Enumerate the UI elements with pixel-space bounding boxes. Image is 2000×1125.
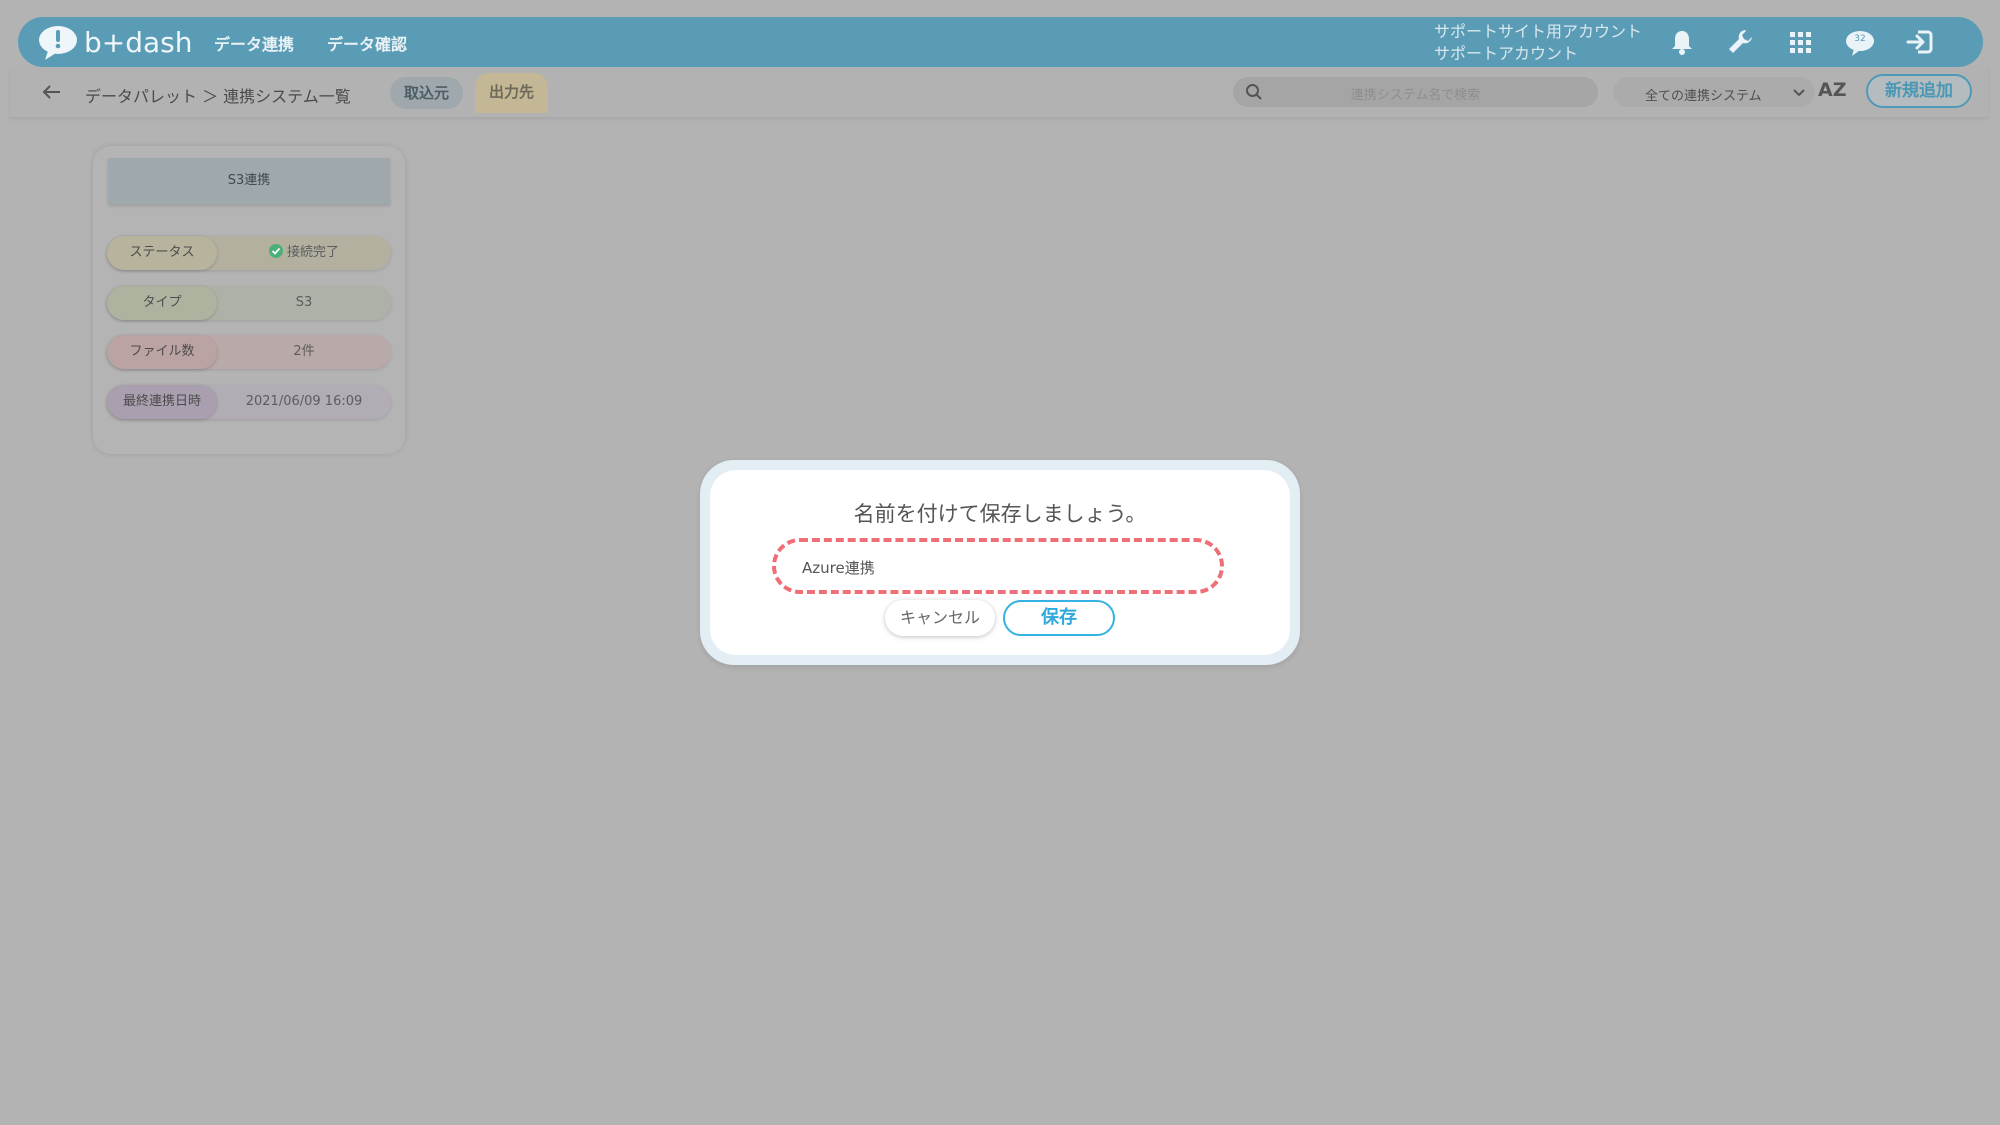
card-row-type: タイプ S3 <box>107 286 391 320</box>
row-label: タイプ <box>107 286 217 320</box>
name-input[interactable] <box>802 554 1192 580</box>
logo[interactable]: b+dash <box>36 23 193 61</box>
nav-data-integration[interactable]: データ連携 <box>214 31 294 55</box>
row-value-type: S3 <box>295 295 313 310</box>
status-text: 接続完了 <box>286 245 339 260</box>
breadcrumb[interactable]: データパレット ＞ 連携システム一覧 <box>85 83 351 107</box>
row-label: 最終連携日時 <box>107 385 217 419</box>
system-filter-select[interactable]: 全ての連携システム <box>1613 77 1815 107</box>
save-name-dialog: 名前を付けて保存しましょう。 キャンセル 保存 <box>700 460 1300 665</box>
account-user: サポートアカウント <box>1434 44 1579 63</box>
wrench-icon[interactable] <box>1725 26 1757 58</box>
card-row-last-sync: 最終連携日時 2021/06/09 16:09 <box>107 385 391 419</box>
nav-data-check[interactable]: データ確認 <box>327 31 407 55</box>
row-value-files: 2件 <box>293 344 315 359</box>
account-info[interactable]: サポートサイト用アカウント サポートアカウント <box>1434 21 1642 65</box>
row-label: ファイル数 <box>107 335 217 369</box>
search-placeholder: 連携システム名で検索 <box>1350 88 1481 103</box>
row-value-status: 接続完了 <box>217 236 391 270</box>
top-header: b+dash データ連携 データ確認 サポートサイト用アカウント サポートアカウ… <box>18 17 1983 67</box>
cancel-button[interactable]: キャンセル <box>885 600 995 636</box>
dialog-body: 名前を付けて保存しましょう。 キャンセル 保存 <box>710 470 1290 655</box>
card-row-status: ステータス 接続完了 <box>107 236 391 270</box>
add-new-button[interactable]: 新規追加 <box>1866 74 1972 108</box>
sort-az-icon[interactable]: AZ <box>1818 79 1846 101</box>
search-field[interactable]: 連携システム名で検索 <box>1233 77 1598 107</box>
dialog-title: 名前を付けて保存しましょう。 <box>853 502 1147 526</box>
save-button[interactable]: 保存 <box>1003 600 1115 636</box>
tab-source[interactable]: 取込元 <box>390 77 464 109</box>
logo-bubble-icon <box>39 26 77 60</box>
card-title: S3連携 <box>108 158 390 204</box>
tab-output[interactable]: 出力先 <box>475 73 549 113</box>
row-label: ステータス <box>107 236 217 270</box>
back-arrow-icon[interactable] <box>40 82 62 102</box>
card-row-files: ファイル数 2件 <box>107 335 391 369</box>
bell-icon[interactable] <box>1666 26 1698 58</box>
filter-selected-value: 全ての連携システム <box>1645 89 1762 104</box>
cloud-notification-icon[interactable]: 32 <box>1844 26 1876 58</box>
chevron-down-icon <box>1793 89 1805 97</box>
cloud-badge: 32 <box>1854 34 1866 44</box>
name-input-highlight <box>772 538 1224 594</box>
account-name: サポートサイト用アカウント <box>1434 22 1643 41</box>
apps-grid-icon[interactable] <box>1784 26 1816 58</box>
check-circle-icon <box>268 244 283 258</box>
logo-text: b+dash <box>84 25 193 59</box>
row-value-last-sync: 2021/06/09 16:09 <box>245 394 363 409</box>
logout-icon[interactable] <box>1904 26 1936 58</box>
sub-toolbar: データパレット ＞ 連携システム一覧 取込元 出力先 連携システム名で検索 全て… <box>10 67 1988 117</box>
system-card[interactable]: S3連携 ステータス 接続完了 タイプ S3 ファイル数 2件 最終連携日時 2… <box>93 146 405 454</box>
